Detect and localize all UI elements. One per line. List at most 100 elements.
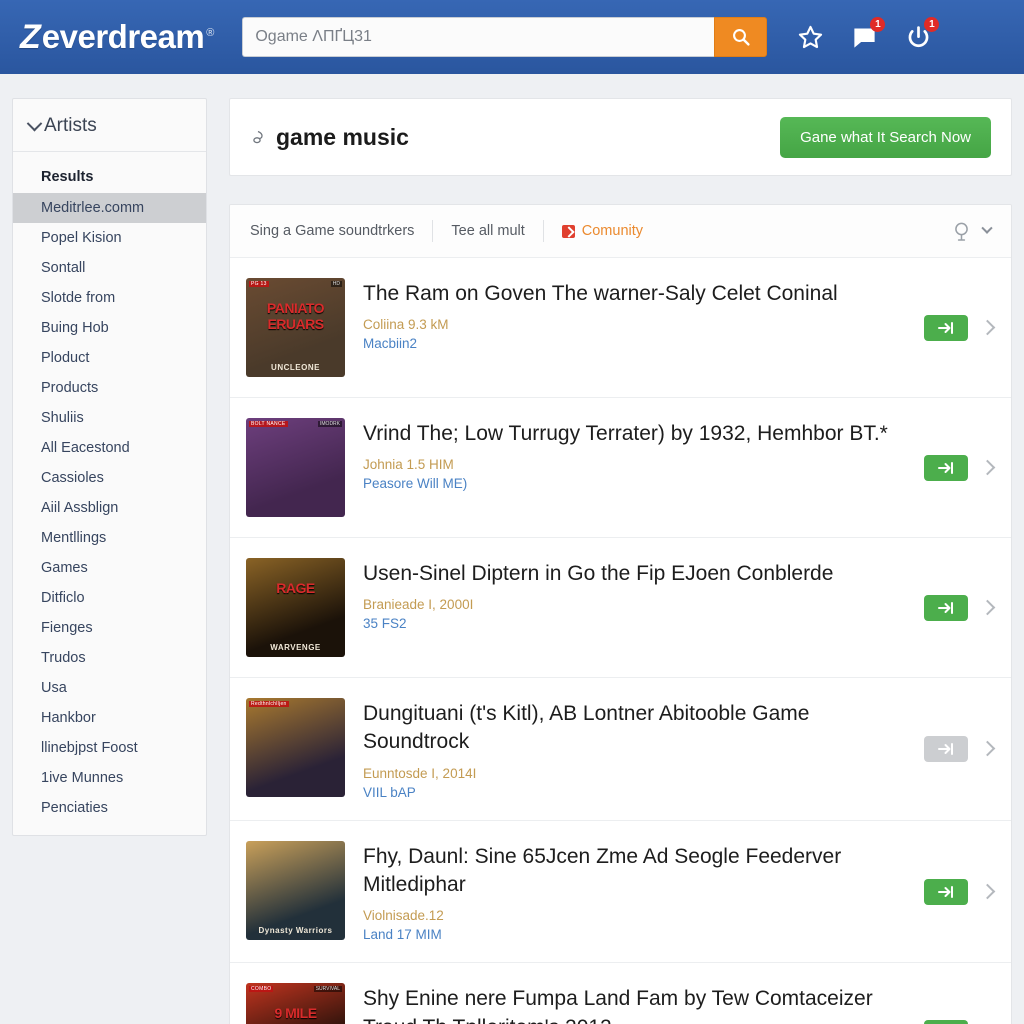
result-title[interactable]: Shy Enine nere Fumpa Land Fam by Tew Com… <box>363 985 906 1024</box>
result-open-button[interactable] <box>924 594 968 621</box>
result-link[interactable]: 35 FS2 <box>363 616 906 631</box>
result-body: The Ram on Goven The warner-Saly Celet C… <box>363 278 906 351</box>
chevron-right-icon[interactable] <box>979 883 996 900</box>
result-thumbnail[interactable]: Dynasty Warriors <box>246 840 345 940</box>
thumb-caption: WARVENGE <box>270 643 321 652</box>
sidebar-item[interactable]: Ditficlo <box>13 583 206 613</box>
result-actions <box>924 594 996 621</box>
enter-arrow-icon <box>938 885 953 898</box>
location-filter-dropdown[interactable] <box>952 221 995 242</box>
result-link[interactable]: Peasore Will ME) <box>363 476 906 491</box>
result-row[interactable]: Redthnlchlljen Dungituani (t's Kitl), AB … <box>230 678 1011 821</box>
result-row[interactable]: Dynasty Warriors Fhy, Daunl: Sine 65Jcen … <box>230 821 1011 964</box>
result-row[interactable]: BOLT NANCE IMODRK Vrind The; Low Turrugy T… <box>230 398 1011 538</box>
enter-arrow-icon <box>938 461 953 474</box>
sidebar-item[interactable]: llinebjpst Foost <box>13 733 206 763</box>
sidebar-item[interactable]: Products <box>13 373 206 403</box>
sidebar-item[interactable]: Shuliis <box>13 403 206 433</box>
result-link[interactable]: Land 17 MIM <box>363 927 906 942</box>
result-thumbnail[interactable]: BOLT NANCE IMODRK <box>246 418 345 517</box>
result-body: Vrind The; Low Turrugy Terrater) by 1932… <box>363 418 906 491</box>
result-title[interactable]: Usen-Sinel Diptern in Go the Fip EJoen C… <box>363 560 906 588</box>
sidebar-item[interactable]: Ploduct <box>13 343 206 373</box>
sidebar-item[interactable]: Trudos <box>13 643 206 673</box>
result-title[interactable]: Fhy, Daunl: Sine 65Jcen Zme Ad Seogle Fe… <box>363 843 906 900</box>
result-open-button[interactable] <box>924 1019 968 1024</box>
result-thumbnail[interactable]: RAGE WARVENGE <box>246 558 345 657</box>
filter-tab-label: Comunity <box>581 223 644 239</box>
result-title[interactable]: The Ram on Goven The warner-Saly Celet C… <box>363 280 906 308</box>
sidebar-item[interactable]: Slotde from <box>13 283 206 313</box>
pin-icon <box>955 222 968 241</box>
chevron-right-icon[interactable] <box>979 319 996 336</box>
brand-logo[interactable]: Z everdream ® <box>20 18 214 57</box>
favorites-button[interactable] <box>795 22 825 52</box>
sidebar-item[interactable]: Popel Kision <box>13 223 206 253</box>
chevron-right-icon[interactable] <box>979 459 996 476</box>
result-thumbnail[interactable]: COMBO SURVIVAL 9 MILE <box>246 983 345 1024</box>
result-open-button[interactable] <box>924 878 968 905</box>
result-meta: Branieade I, 2000I <box>363 597 474 613</box>
search-bar[interactable] <box>242 17 768 57</box>
main-content: game music Gane what It Search Now Sing … <box>229 98 1012 1024</box>
result-actions <box>924 1019 993 1024</box>
sidebar-section-toggle[interactable]: Artists <box>13 99 206 152</box>
thumb-tag-left: PG 13 <box>249 281 269 287</box>
result-link[interactable]: Macbiin2 <box>363 336 906 351</box>
result-row[interactable]: RAGE WARVENGE Usen-Sinel Diptern in Go the… <box>230 538 1011 678</box>
messages-badge: 1 <box>870 17 886 32</box>
sidebar-item[interactable]: Mentllings <box>13 523 206 553</box>
thumb-caption: UNCLEONE <box>271 363 320 372</box>
chevron-right-icon[interactable] <box>979 599 996 616</box>
result-actions <box>924 454 996 481</box>
chevron-right-icon[interactable] <box>979 741 996 757</box>
result-body: Shy Enine nere Fumpa Land Fam by Tew Com… <box>363 983 906 1024</box>
result-body: Dungituani (t's Kitl), AB Lontner Abitoo… <box>363 698 906 800</box>
filter-tab-label: Sing a Game soundtrkers <box>250 223 415 239</box>
sidebar-item[interactable]: Buing Hob <box>13 313 206 343</box>
sidebar-item[interactable]: Meditrlee.comm <box>13 193 206 223</box>
result-thumbnail[interactable]: PG 13 HD PANIATO ERUARS UNCLEONE <box>246 278 345 377</box>
page-body: Artists Results Meditrlee.comm Popel Kisio… <box>0 74 1024 1024</box>
result-actions <box>924 878 996 905</box>
sidebar-item[interactable]: Aiil Assblign <box>13 493 206 523</box>
thumb-tag-left: BOLT NANCE <box>249 421 288 427</box>
sidebar-item[interactable]: 1ive Munnes <box>13 763 206 793</box>
result-thumbnail[interactable]: Redthnlchlljen <box>246 698 345 797</box>
sidebar-item[interactable]: Fienges <box>13 613 206 643</box>
result-meta: Violnisade.12 <box>363 908 444 924</box>
filter-tab-see-all[interactable]: Tee all mult <box>433 223 542 239</box>
sidebar-item[interactable]: All Eacestond <box>13 433 206 463</box>
thumb-tag-right: HD <box>330 281 342 287</box>
sidebar-item[interactable]: Cassioles <box>13 463 206 493</box>
sidebar-item[interactable]: Games <box>13 553 206 583</box>
account-power-button[interactable]: 1 <box>903 17 940 52</box>
page-title-group: game music <box>252 124 409 151</box>
search-now-button[interactable]: Gane what It Search Now <box>780 116 991 158</box>
search-button[interactable] <box>714 17 768 57</box>
sidebar-item[interactable]: Usa <box>13 673 206 703</box>
app-header: Z everdream ® 1 <box>0 0 1024 74</box>
result-title[interactable]: Dungituani (t's Kitl), AB Lontner Abitoo… <box>363 700 906 757</box>
filter-tab-label: Tee all mult <box>451 223 525 239</box>
header-icon-group: 1 1 <box>795 17 940 52</box>
sidebar: Artists Results Meditrlee.comm Popel Kisio… <box>12 98 207 836</box>
result-title[interactable]: Vrind The; Low Turrugy Terrater) by 1932… <box>363 420 906 448</box>
thumb-tag-left: COMBO <box>249 986 274 993</box>
thumb-title: RAGE <box>276 579 315 596</box>
result-link[interactable]: VIIL bAP <box>363 785 906 800</box>
sidebar-item[interactable]: Hankbor <box>13 703 206 733</box>
sidebar-item[interactable]: Sontall <box>13 253 206 283</box>
result-open-button[interactable] <box>924 454 968 481</box>
result-row[interactable]: COMBO SURVIVAL 9 MILE Shy Enine nere Fumpa … <box>230 963 1011 1024</box>
result-open-button[interactable] <box>924 314 968 341</box>
thumb-tag-left: Redthnlchlljen <box>249 701 289 707</box>
filter-tab-community[interactable]: Comunity <box>544 223 661 239</box>
sidebar-item[interactable]: Penciaties <box>13 793 206 823</box>
result-row[interactable]: PG 13 HD PANIATO ERUARS UNCLEONE The Ram on … <box>230 258 1011 398</box>
result-meta: Johnia 1.5 HIM <box>363 457 454 473</box>
search-input[interactable] <box>242 17 715 57</box>
messages-button[interactable]: 1 <box>849 17 886 52</box>
filter-tab-soundtracks[interactable]: Sing a Game soundtrkers <box>250 223 432 239</box>
result-body: Fhy, Daunl: Sine 65Jcen Zme Ad Seogle Fe… <box>363 841 906 943</box>
